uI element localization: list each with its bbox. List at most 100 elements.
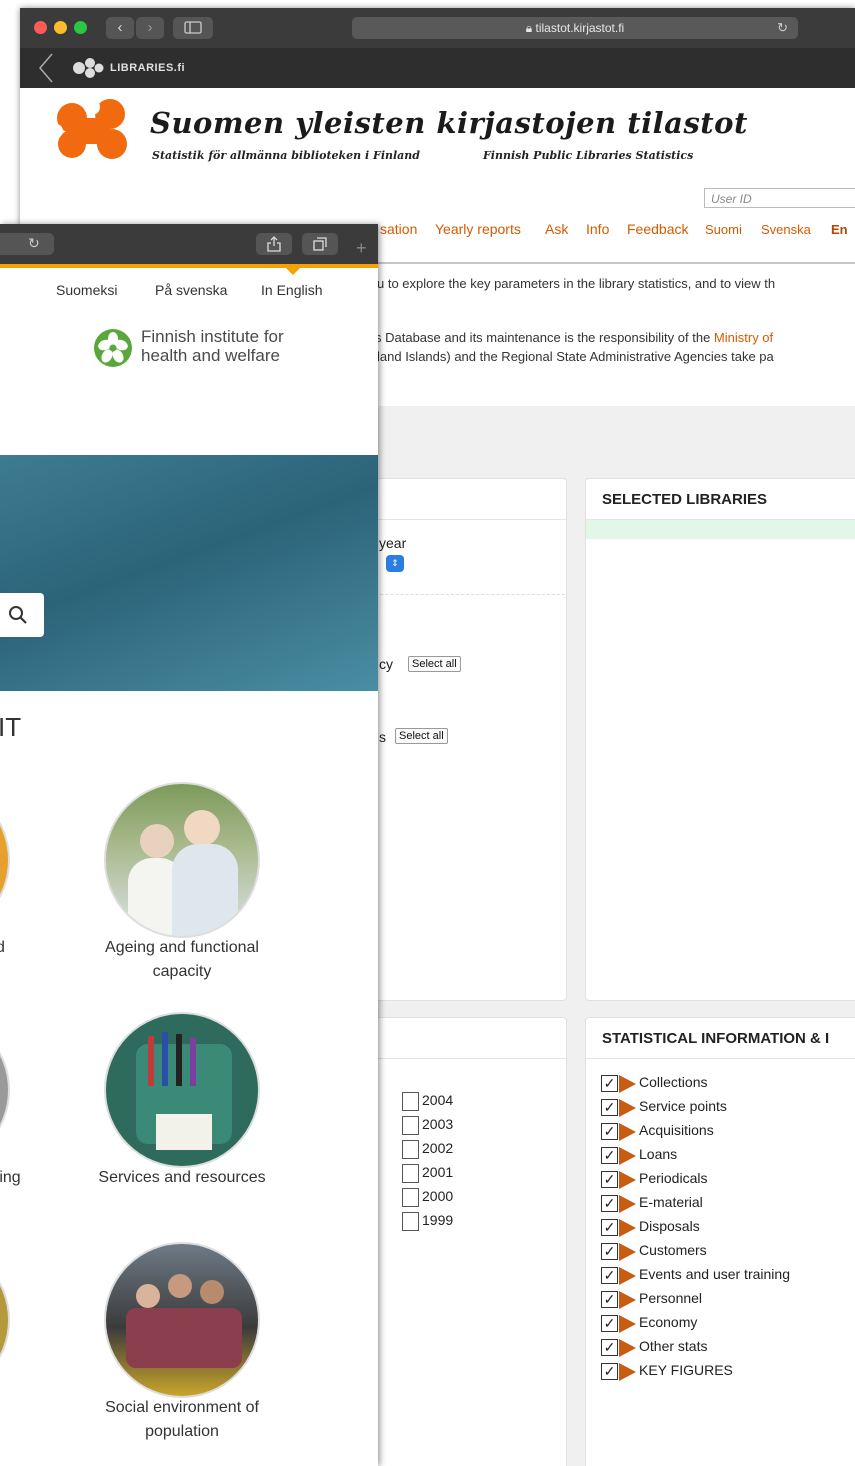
checkbox-icon[interactable] — [402, 1212, 419, 1231]
search-button[interactable] — [0, 593, 44, 637]
ministry-link[interactable]: Ministry of — [714, 330, 773, 345]
libraries-brand-text[interactable]: LIBRARIES.fi — [110, 62, 185, 74]
checkbox-checked-icon[interactable]: ✓ — [601, 1195, 618, 1212]
menu-item-info[interactable]: Info — [586, 221, 609, 237]
user-id-input[interactable]: User ID — [704, 188, 855, 208]
social-environment-topic-image[interactable] — [104, 1242, 260, 1398]
checkbox-icon[interactable] — [402, 1188, 419, 1207]
topic-image-left-2[interactable] — [0, 1012, 10, 1168]
year-checkbox-2001[interactable]: 2001 — [402, 1164, 453, 1184]
reload-icon[interactable]: ↻ — [777, 17, 788, 39]
tabs-overview-icon[interactable] — [302, 233, 338, 255]
language-suomeksi[interactable]: Suomeksi — [56, 282, 117, 298]
select-all-municipalities-button[interactable]: Select all — [395, 728, 448, 744]
menu-item-feedback[interactable]: Feedback — [627, 221, 688, 237]
expand-triangle-icon[interactable] — [619, 1267, 636, 1285]
intro-text-line3: land Islands) and the Regional State Adm… — [377, 349, 774, 364]
thl-flower-logo-icon[interactable] — [93, 328, 133, 368]
expand-triangle-icon[interactable] — [619, 1339, 636, 1357]
expand-triangle-icon[interactable] — [619, 1075, 636, 1093]
lock-icon: 🔒︎ — [525, 21, 533, 35]
zoom-window-button[interactable] — [74, 21, 87, 34]
selected-libraries-panel: SELECTED LIBRARIES — [585, 478, 855, 1001]
language-pa-svenska[interactable]: På svenska — [155, 282, 227, 298]
checkbox-checked-icon[interactable]: ✓ — [601, 1075, 618, 1092]
statistical-information-header: STATISTICAL INFORMATION & I — [586, 1018, 855, 1059]
checkbox-icon[interactable] — [402, 1140, 419, 1159]
topic-image-left-3[interactable] — [0, 1242, 10, 1398]
ageing-topic-image[interactable] — [104, 782, 260, 938]
back-chevron-icon[interactable] — [34, 52, 58, 84]
expand-triangle-icon[interactable] — [619, 1147, 636, 1165]
libraries-fi-bar: LIBRARIES.fi — [20, 48, 855, 88]
social-environment-topic-label[interactable]: Social environment of population — [90, 1396, 274, 1444]
checkbox-checked-icon[interactable]: ✓ — [601, 1147, 618, 1164]
share-icon[interactable] — [256, 233, 292, 255]
select-all-agencies-button[interactable]: Select all — [408, 656, 461, 672]
thl-top-accent — [0, 264, 378, 268]
year-select-stepper-icon[interactable]: ⇕ — [386, 555, 404, 572]
back-arrow-icon[interactable]: ‹ — [106, 17, 134, 39]
checkbox-icon[interactable] — [402, 1164, 419, 1183]
expand-triangle-icon[interactable] — [619, 1219, 636, 1237]
expand-triangle-icon[interactable] — [619, 1291, 636, 1309]
front-address-bar[interactable]: ↻ — [0, 233, 54, 255]
reload-icon[interactable]: ↻ — [28, 235, 40, 252]
expand-triangle-icon[interactable] — [619, 1243, 636, 1261]
year-checkbox-2003[interactable]: 2003 — [402, 1116, 453, 1136]
kirjastot-logo-icon[interactable] — [52, 98, 134, 162]
menu-item-yearly-reports[interactable]: Yearly reports — [435, 221, 521, 237]
close-window-button[interactable] — [34, 21, 47, 34]
menu-item-ask[interactable]: Ask — [545, 221, 568, 237]
topic-label-left-1[interactable]: d — [0, 936, 5, 960]
checkbox-checked-icon[interactable]: ✓ — [601, 1243, 618, 1260]
checkbox-checked-icon[interactable]: ✓ — [601, 1339, 618, 1356]
libraries-logo-icon[interactable] — [70, 57, 104, 79]
year-checkbox-2000[interactable]: 2000 — [402, 1188, 453, 1208]
services-topic-image[interactable] — [104, 1012, 260, 1168]
year-checkbox-1999[interactable]: 1999 — [402, 1212, 453, 1232]
minimize-window-button[interactable] — [54, 21, 67, 34]
services-topic-label[interactable]: Services and resources — [90, 1166, 274, 1190]
sidebar-toggle-icon[interactable] — [173, 17, 213, 39]
checkbox-checked-icon[interactable]: ✓ — [601, 1267, 618, 1284]
topic-image-left-1[interactable] — [0, 782, 10, 938]
checkbox-checked-icon[interactable]: ✓ — [601, 1171, 618, 1188]
thl-name-line1[interactable]: Finnish institute for — [141, 327, 284, 347]
expand-triangle-icon[interactable] — [619, 1315, 636, 1333]
checkbox-icon[interactable] — [402, 1092, 419, 1111]
ageing-topic-label[interactable]: Ageing and functional capacity — [90, 936, 274, 984]
expand-triangle-icon[interactable] — [619, 1195, 636, 1213]
front-titlebar: ↻ + — [0, 224, 378, 264]
search-icon[interactable] — [8, 605, 28, 625]
lang-suomi[interactable]: Suomi — [705, 222, 742, 237]
expand-triangle-icon[interactable] — [619, 1171, 636, 1189]
lang-english[interactable]: En — [831, 222, 848, 237]
new-tab-plus-icon[interactable]: + — [356, 238, 367, 259]
address-bar[interactable]: 🔒︎ tilastot.kirjastot.fi ↻ — [352, 17, 798, 39]
expand-triangle-icon[interactable] — [619, 1363, 636, 1381]
checkbox-checked-icon[interactable]: ✓ — [601, 1219, 618, 1236]
topic-label-left-2[interactable]: ring — [0, 1166, 21, 1190]
person-head-icon — [200, 1280, 224, 1304]
family-group-icon — [126, 1308, 242, 1368]
menu-item-visualisation[interactable]: sation — [380, 221, 417, 237]
checkbox-checked-icon[interactable]: ✓ — [601, 1291, 618, 1308]
year-label: year — [379, 535, 407, 551]
checkbox-icon[interactable] — [402, 1116, 419, 1135]
checkbox-checked-icon[interactable]: ✓ — [601, 1099, 618, 1116]
site-title: Suomen yleisten kirjastojen tilastot — [150, 106, 748, 140]
language-in-english[interactable]: In English — [261, 282, 322, 298]
year-checkbox-2002[interactable]: 2002 — [402, 1140, 453, 1160]
pen-icon — [148, 1036, 154, 1086]
expand-triangle-icon[interactable] — [619, 1099, 636, 1117]
forward-arrow-icon[interactable]: › — [136, 17, 164, 39]
expand-triangle-icon[interactable] — [619, 1123, 636, 1141]
checkbox-checked-icon[interactable]: ✓ — [601, 1315, 618, 1332]
checkbox-checked-icon[interactable]: ✓ — [601, 1363, 618, 1380]
lang-svenska[interactable]: Svenska — [761, 222, 811, 237]
thl-name-line2[interactable]: health and welfare — [141, 346, 280, 366]
year-checkbox-2004[interactable]: 2004 — [402, 1092, 453, 1112]
panel-divider — [350, 594, 565, 595]
checkbox-checked-icon[interactable]: ✓ — [601, 1123, 618, 1140]
